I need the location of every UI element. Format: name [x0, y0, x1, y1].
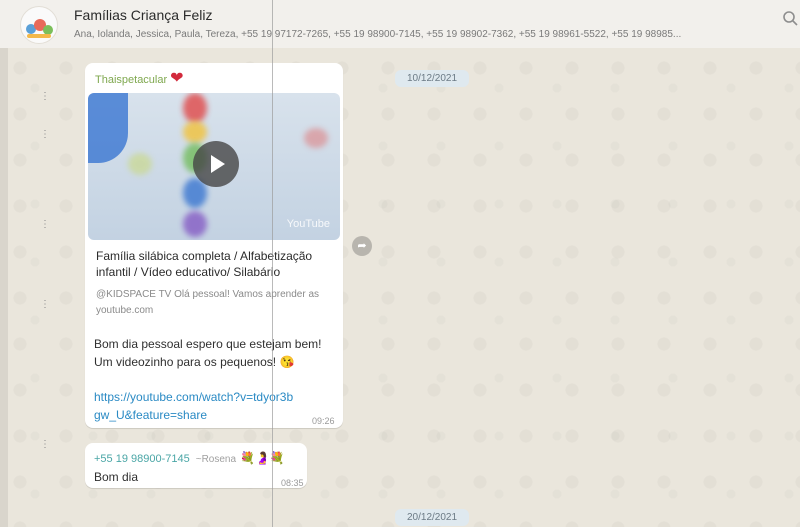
play-button[interactable]	[193, 141, 239, 187]
thumb-shape	[304, 128, 328, 148]
sender-phone[interactable]: +55 19 98900-7145	[94, 453, 190, 465]
decor-dots: ⋮	[40, 129, 51, 140]
heart-icon: ❤	[170, 70, 184, 87]
message-time: 09:26	[312, 416, 335, 426]
group-members: Ana, Iolanda, Jessica, Paula, Tereza, +5…	[74, 29, 682, 40]
decor-dots: ⋮	[40, 219, 51, 230]
thumb-shape	[183, 121, 207, 143]
group-name[interactable]: Famílias Criança Feliz	[74, 7, 212, 23]
message-text: Bom dia pessoal espero que estejam bem! …	[94, 337, 322, 369]
message-link[interactable]: https://youtube.com/watch?v=tdyor3bgw_U&…	[94, 388, 294, 424]
scan-edge	[0, 48, 8, 527]
link-preview-domain: youtube.com	[96, 305, 154, 316]
forward-icon[interactable]: ➦	[352, 236, 372, 256]
decor-dots: ⋮	[40, 91, 51, 102]
thumb-shape	[183, 93, 207, 123]
message-sender-line: Thaispetacular ❤	[95, 68, 184, 88]
youtube-logo: YouTube	[286, 218, 330, 230]
thumb-shape	[183, 211, 207, 237]
group-avatar[interactable]	[20, 6, 58, 44]
message-time: 08:35	[281, 478, 304, 488]
decor-dots: ⋮	[40, 299, 51, 310]
search-icon[interactable]	[782, 10, 798, 31]
message-sender-line: +55 19 98900-7145 ~Rosena 💐🤰💐	[94, 449, 285, 467]
scan-fold-line	[272, 0, 273, 527]
video-thumbnail[interactable]: YouTube	[88, 93, 340, 240]
link-preview-description: @KIDSPACE TV Olá pessoal! Vamos aprender…	[96, 289, 320, 300]
decor-dots: ⋮	[40, 439, 51, 450]
sender-name[interactable]: Thaispetacular	[95, 74, 167, 86]
date-chip: 10/12/2021	[395, 70, 470, 87]
sender-emojis: 💐🤰💐	[240, 451, 285, 465]
date-chip: 20/12/2021	[395, 509, 470, 526]
link-preview-title[interactable]: Família silábica completa / Alfabetizaçã…	[96, 248, 336, 280]
message-text: Bom dia	[94, 470, 139, 484]
sender-alias: ~Rosena	[195, 454, 237, 465]
thumb-shape	[128, 153, 152, 175]
thumb-shape	[88, 93, 128, 163]
chat-header[interactable]: Famílias Criança Feliz Ana, Iolanda, Jes…	[0, 0, 800, 49]
